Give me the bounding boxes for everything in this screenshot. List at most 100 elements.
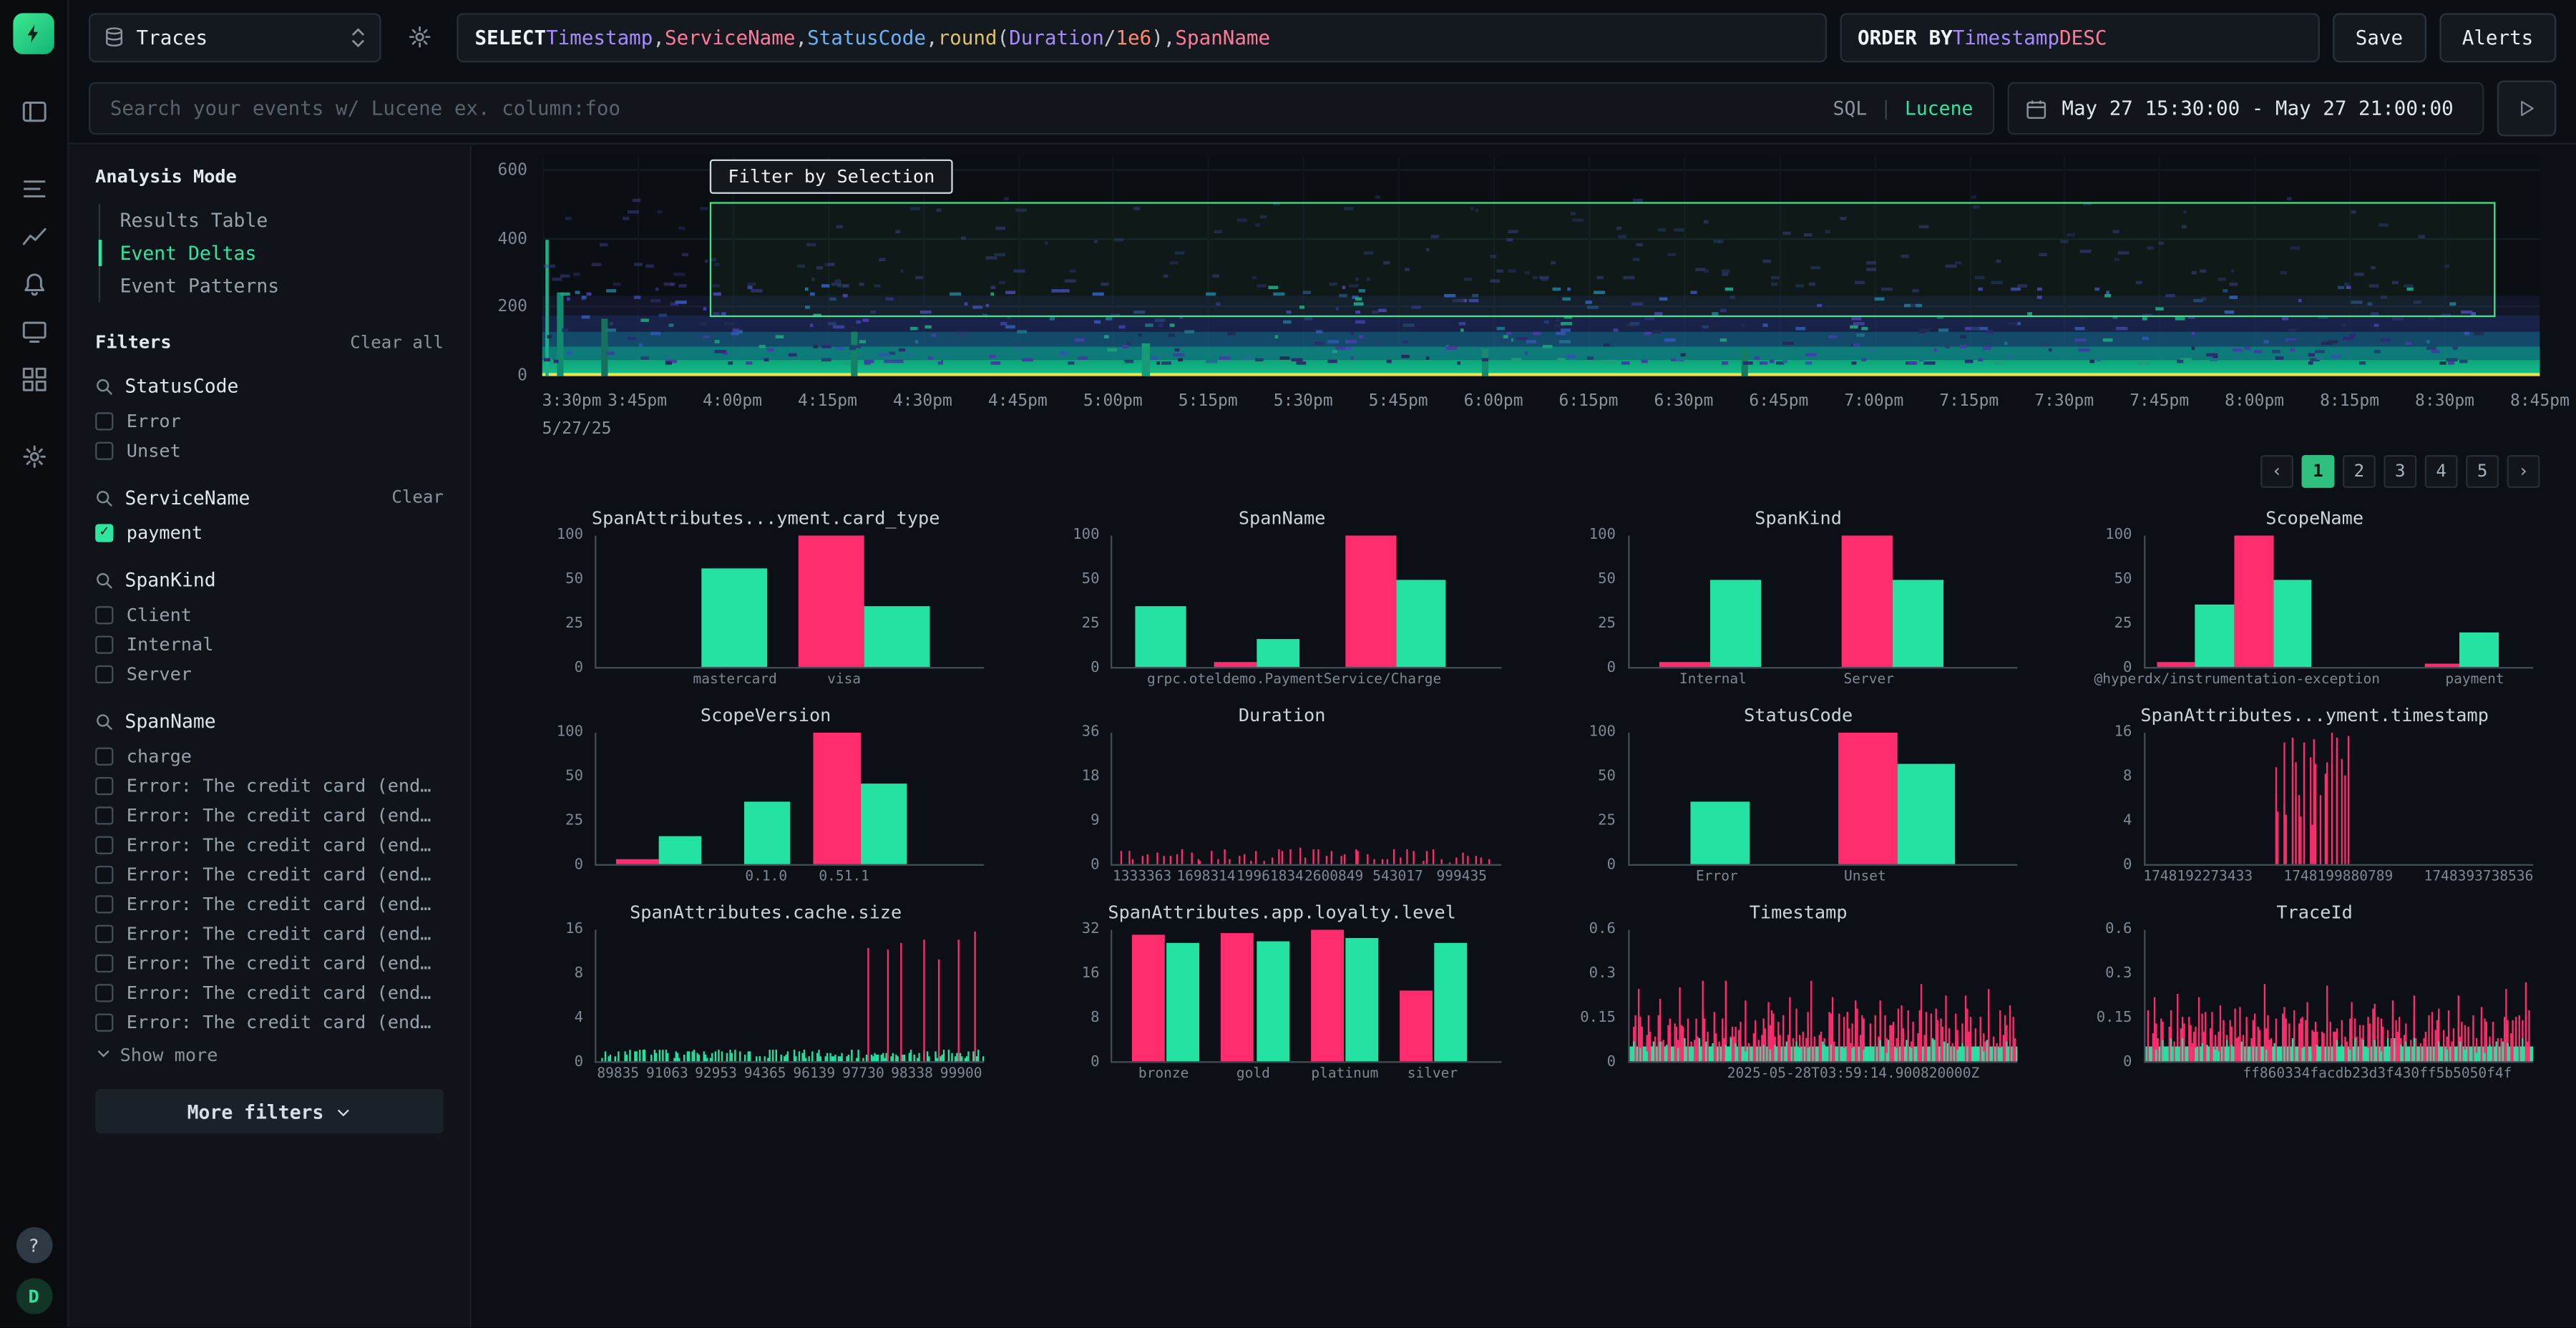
filter-option[interactable]: Error: The credit card (end…	[95, 829, 444, 859]
filter-option[interactable]: Error: The credit card (end…	[95, 948, 444, 977]
filter-option[interactable]: Error: The credit card (end…	[95, 977, 444, 1007]
filter-option[interactable]: Internal	[95, 629, 444, 658]
spike	[1717, 1048, 1719, 1061]
search-input[interactable]: Search your events w/ Lucene ex. column:…	[89, 82, 1994, 135]
spike	[707, 1058, 708, 1062]
logs-icon[interactable]	[11, 167, 57, 210]
filter-clear-button[interactable]: Clear	[391, 488, 444, 508]
filter-option[interactable]: Error: The credit card (end…	[95, 889, 444, 918]
mini-chart-plot[interactable]	[595, 733, 985, 866]
analysis-mode-item[interactable]: Event Deltas	[100, 237, 444, 270]
mini-chart-plot[interactable]	[2144, 733, 2534, 866]
filter-option[interactable]: charge	[95, 741, 444, 770]
help-button[interactable]: ?	[16, 1227, 52, 1264]
services-grid-icon[interactable]	[11, 358, 57, 401]
mini-chart-plot[interactable]	[1111, 535, 1501, 668]
source-select[interactable]: Traces	[89, 12, 381, 62]
mode-lucene-button[interactable]: Lucene	[1905, 97, 1973, 119]
mini-chart-plot[interactable]	[595, 535, 985, 668]
spike	[943, 1050, 945, 1061]
bar	[1843, 535, 1893, 667]
analysis-mode-item[interactable]: Results Table	[100, 204, 444, 237]
mini-chart-plot[interactable]	[1111, 733, 1501, 866]
mini-chart-y-axis: 091836	[1060, 733, 1109, 866]
filter-option[interactable]: Error: The credit card (end…	[95, 800, 444, 829]
filter-option[interactable]: Client	[95, 600, 444, 629]
source-settings-gear-icon[interactable]	[394, 12, 444, 62]
pagination-page[interactable]: 1	[2302, 455, 2335, 488]
checkbox[interactable]	[95, 605, 113, 623]
pagination-page[interactable]: 5	[2466, 455, 2499, 488]
show-more-button[interactable]: Show more	[95, 1045, 444, 1066]
mini-chart-plot[interactable]	[1111, 929, 1501, 1063]
checkbox[interactable]	[95, 954, 113, 972]
more-filters-button[interactable]: More filters	[95, 1089, 444, 1133]
checkbox[interactable]	[95, 441, 113, 459]
alerts-button[interactable]: Alerts	[2439, 12, 2557, 62]
spike	[1770, 1050, 1771, 1062]
mini-chart-plot[interactable]	[2144, 535, 2534, 668]
y-tick-label: 0	[575, 1055, 583, 1071]
filter-option[interactable]: ✓payment	[95, 517, 444, 547]
checkbox[interactable]	[95, 924, 113, 942]
pagination-page[interactable]: 3	[2384, 455, 2416, 488]
run-query-button[interactable]	[2497, 80, 2557, 136]
checkbox[interactable]: ✓	[95, 523, 113, 541]
pagination-page[interactable]: 4	[2425, 455, 2458, 488]
alerts-bell-icon[interactable]	[11, 263, 57, 306]
mode-sql-button[interactable]: SQL	[1833, 97, 1868, 119]
heatmap-cell	[1350, 357, 1354, 361]
save-button[interactable]: Save	[2333, 12, 2426, 62]
sessions-monitor-icon[interactable]	[11, 311, 57, 353]
chart-icon[interactable]	[11, 215, 57, 258]
checkbox[interactable]	[95, 865, 113, 883]
filter-option[interactable]: Error: The credit card (end…	[95, 771, 444, 800]
filter-option[interactable]: Error: The credit card (end…	[95, 859, 444, 889]
app-logo[interactable]	[13, 13, 54, 54]
checkbox[interactable]	[95, 665, 113, 683]
user-avatar[interactable]: D	[16, 1278, 52, 1314]
filter-option[interactable]: Error: The credit card (end…	[95, 1007, 444, 1036]
checkbox[interactable]	[95, 411, 113, 429]
pagination-prev[interactable]: ‹	[2260, 455, 2293, 488]
x-tick-label: 1748192273433	[2143, 869, 2253, 886]
pagination-page[interactable]: 2	[2343, 455, 2376, 488]
checkbox[interactable]	[95, 776, 113, 794]
mini-chart-plot[interactable]	[2144, 929, 2534, 1063]
checkbox[interactable]	[95, 894, 113, 912]
heatmap-cell	[582, 316, 589, 319]
filter-option[interactable]: Error: The credit card (end…	[95, 918, 444, 947]
checkbox[interactable]	[95, 635, 113, 653]
selection-region[interactable]	[710, 202, 2496, 317]
order-by-input[interactable]: ORDER BY Timestamp DESC	[1840, 12, 2319, 62]
checkbox[interactable]	[95, 746, 113, 764]
search-placeholder: Search your events w/ Lucene ex. column:…	[110, 97, 1833, 119]
filter-by-selection-button[interactable]: Filter by Selection	[710, 160, 952, 194]
filter-option[interactable]: Unset	[95, 435, 444, 464]
search-panel-icon[interactable]	[11, 90, 57, 133]
clear-all-button[interactable]: Clear all	[350, 333, 444, 353]
filter-option[interactable]: Server	[95, 659, 444, 688]
analysis-mode-item[interactable]: Event Patterns	[100, 270, 444, 303]
time-range-picker[interactable]: May 27 15:30:00 - May 27 21:00:00	[2008, 82, 2484, 135]
heatmap-cell	[2191, 331, 2195, 335]
heatmap-cell	[1376, 341, 1380, 345]
spike	[2512, 1021, 2513, 1061]
checkbox[interactable]	[95, 983, 113, 1001]
mini-chart-plot[interactable]	[1627, 535, 2017, 668]
checkbox[interactable]	[95, 1012, 113, 1030]
mini-chart-plot[interactable]	[1627, 733, 2017, 866]
timeline-plot[interactable]: Filter by Selection	[542, 156, 2540, 376]
spike	[2502, 1042, 2504, 1061]
pagination-next[interactable]: ›	[2507, 455, 2540, 488]
spike	[798, 1052, 799, 1061]
checkbox[interactable]	[95, 835, 113, 853]
x-tick-label: 5:00pm	[1083, 393, 1143, 411]
checkbox[interactable]	[95, 806, 113, 824]
sql-select-input[interactable]: SELECT Timestamp,ServiceName,StatusCode,…	[457, 12, 1826, 62]
mini-chart-plot[interactable]	[595, 929, 985, 1063]
spike	[2301, 816, 2302, 864]
filter-option[interactable]: Error	[95, 406, 444, 435]
mini-chart-plot[interactable]	[1627, 929, 2017, 1063]
settings-gear-icon[interactable]	[11, 435, 57, 478]
